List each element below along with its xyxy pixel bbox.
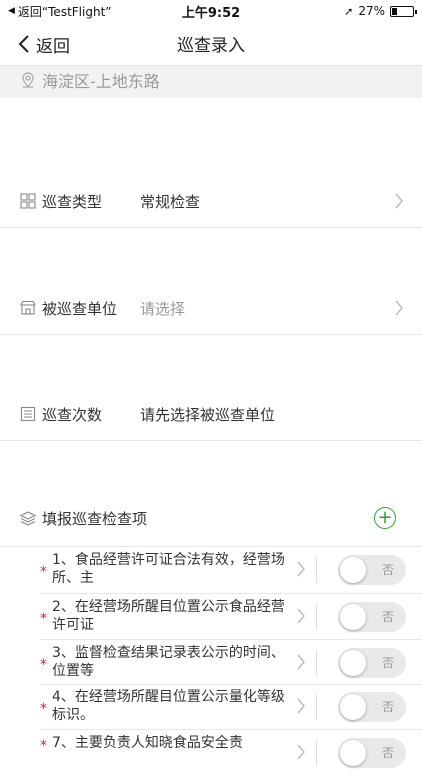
toggle-switch[interactable]: 否 [338,692,406,722]
inspection-count-value: 请先选择被巡查单位 [140,405,276,424]
toggle-knob [340,557,366,583]
required-marker: * [40,701,47,717]
inspected-unit-label: 被巡查单位 [42,299,118,318]
checklist-item-text: 1、食品经营许可证合法有效，经营场所、主 [52,552,285,586]
toggle-label: 否 [381,700,394,714]
toggle-knob [340,740,366,766]
checklist-item[interactable]: * 1、食品经营许可证合法有效，经营场所、主 否 [0,547,422,593]
plus-icon: + [377,507,393,528]
divider [0,227,422,228]
toggle-label: 否 [381,746,394,760]
required-marker: * [40,611,47,627]
checklist-item[interactable]: * 2、在经营场所醒目位置公示食品经营许可证 否 [0,594,422,640]
checklist-item[interactable]: * 3、监督检查结果记录表公示的时间、位置等 否 [0,640,422,686]
back-triangle-icon: ◀ [8,6,15,16]
page-title: 巡查录入 [177,36,245,56]
location-text: 海淀区-上地东路 [42,72,160,91]
toggle-switch[interactable]: 否 [338,555,406,585]
chevron-left-icon [18,35,29,53]
toggle-switch[interactable]: 否 [338,738,406,768]
inspection-count-row: 巡查次数 请先选择被巡查单位 [0,394,422,434]
inspected-unit-row[interactable]: 被巡查单位 请选择 [0,288,422,328]
inspected-unit-placeholder: 请选择 [140,299,186,318]
divider [316,604,317,630]
checklist-item-text: 3、监督检查结果记录表公示的时间、位置等 [52,645,285,679]
inspection-type-row[interactable]: 巡查类型 常规检查 [0,181,422,221]
location-arrow-icon: ➚ [344,4,354,18]
chevron-right-icon [297,561,305,577]
battery-level [392,7,398,15]
toggle-knob [340,604,366,630]
divider [316,557,317,583]
divider [0,440,422,441]
layers-icon [20,511,36,526]
divider [0,334,422,335]
status-bar: ◀ 返回“TestFlight” 上午9:52 ➚ 27% [0,0,422,22]
divider [316,650,317,676]
toggle-label: 否 [381,656,394,670]
toggle-switch[interactable]: 否 [338,648,406,678]
shop-icon [20,300,36,315]
toggle-knob [340,650,366,676]
back-app-label: 返回“TestFlight” [17,4,112,19]
inspection-type-value: 常规检查 [140,192,201,211]
chevron-right-icon [297,608,305,624]
battery-percent: 27% [358,4,385,18]
back-button[interactable]: 返回 [18,22,70,66]
inspection-type-label: 巡查类型 [42,192,103,211]
chevron-right-icon [297,698,305,714]
nav-bar: 返回 巡查录入 [0,22,422,66]
location-bar: 海淀区-上地东路 [0,66,422,98]
back-label: 返回 [36,36,70,57]
required-marker: * [40,564,47,580]
toggle-switch[interactable]: 否 [338,602,406,632]
checklist-item-text: 4、在经营场所醒目位置公示量化等级标识。 [52,689,285,723]
back-to-app[interactable]: ◀ 返回“TestFlight” [8,3,112,20]
chevron-right-icon [297,744,305,760]
checklist-title: 填报巡查检查项 [42,509,148,528]
checklist-item-text: 7、主要负责人知晓食品安全责 [52,735,243,751]
checklist-item[interactable]: * 4、在经营场所醒目位置公示量化等级标识。 否 [0,684,422,730]
divider [316,694,317,720]
chevron-right-icon [395,300,403,316]
list-icon [20,406,36,422]
checklist-item[interactable]: * 7、主要负责人知晓食品安全责 否 [0,730,422,776]
add-item-button[interactable]: + [374,507,396,529]
checklist-item-text: 2、在经营场所醒目位置公示食品经营许可证 [52,599,285,633]
grid-icon [20,193,36,209]
required-marker: * [40,738,47,754]
divider [316,740,317,766]
inspection-count-label: 巡查次数 [42,405,103,424]
toggle-label: 否 [381,610,394,624]
battery-icon [390,5,417,17]
chevron-right-icon [297,654,305,670]
location-pin-icon [22,72,34,88]
toggle-knob [340,694,366,720]
chevron-right-icon [395,193,403,209]
required-marker: * [40,657,47,673]
checklist-header: 填报巡查检查项 + [0,498,422,538]
toggle-label: 否 [381,563,394,577]
